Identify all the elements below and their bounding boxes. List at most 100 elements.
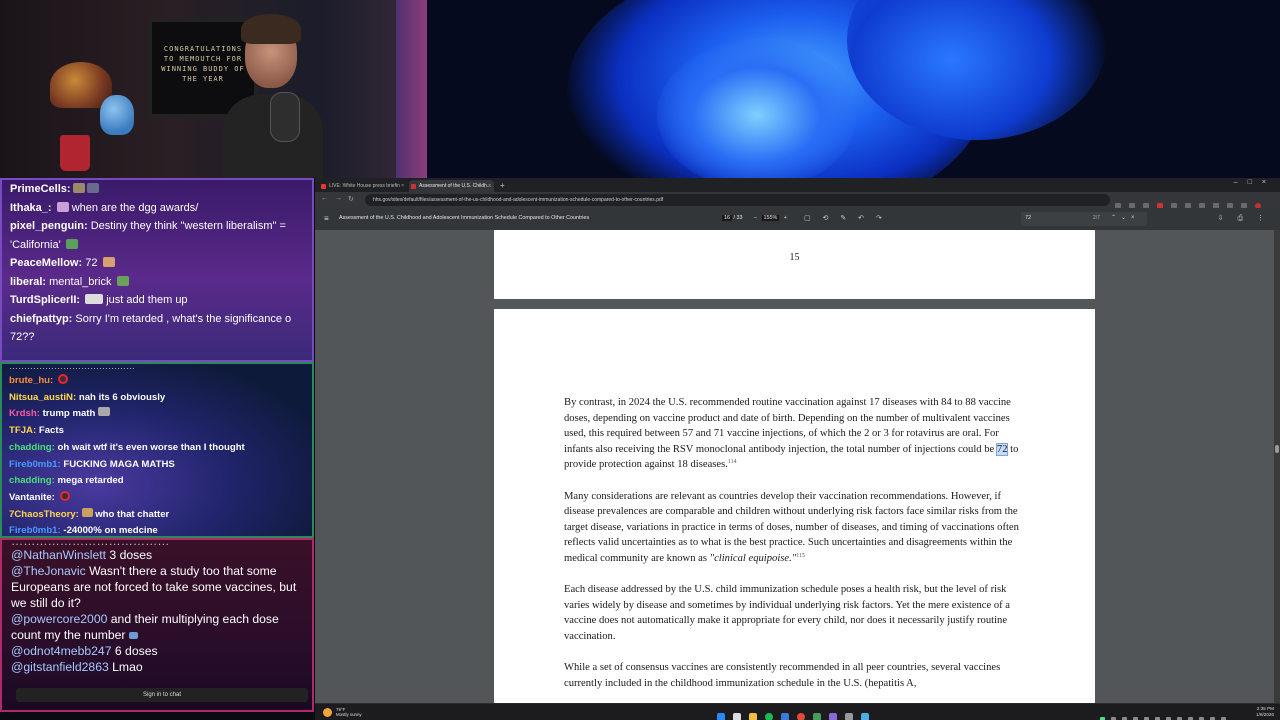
- tab-bar: LIVE: White House press briefin × Assess…: [315, 178, 1280, 192]
- zoom-input[interactable]: 155%: [761, 215, 780, 221]
- chat-message: Ithaka_: when are the dgg awards/: [10, 201, 199, 214]
- paragraph: Each disease addressed by the U.S. child…: [564, 584, 1011, 642]
- search-icon: [733, 713, 741, 720]
- app-icon: [813, 713, 821, 720]
- chat-message: @gitstanfield2863 Lmao: [11, 660, 143, 674]
- new-tab-button[interactable]: +: [500, 180, 505, 192]
- app-icon: [829, 713, 837, 720]
- chat-message: TFJA: Facts: [9, 425, 64, 437]
- chat-message: chiefpattyp: Sorry I'm retarded , what's…: [10, 312, 292, 325]
- pdf-icon: [411, 184, 416, 189]
- spotify-icon: [765, 713, 773, 720]
- pdf-actions[interactable]: ⇩ ⎙ ⋮: [1218, 214, 1270, 223]
- close-tab-icon[interactable]: ×: [401, 180, 404, 192]
- chat-message: Fireb0mb1: -24000% on medcine: [9, 525, 158, 537]
- neon-light: [396, 0, 427, 178]
- pdf-body-text: By contrast, in 2024 the U.S. recommende…: [564, 395, 1026, 703]
- find-bar: 72 2/7 ⌃⌄×: [1021, 212, 1147, 226]
- pdf-tools[interactable]: ▢ ⟲ ✎ ↶ ↷: [804, 214, 887, 222]
- plush-toy: [100, 95, 134, 135]
- chat-message: Nitsua_austiN: nah its 6 obviously: [9, 391, 166, 403]
- emote-icon: [128, 632, 138, 639]
- youtube-icon: [321, 184, 326, 189]
- emote-icon: [72, 183, 85, 193]
- url-input[interactable]: hhs.gov/sites/default/files/assessment-o…: [365, 194, 1110, 206]
- folder-icon: [749, 713, 757, 720]
- chat-message: 72??: [10, 331, 35, 343]
- address-bar: ← → ↻ hhs.gov/sites/default/files/assess…: [315, 192, 1280, 227]
- edge-icon: [781, 713, 789, 720]
- weather-widget[interactable]: 79°F Mostly sunny: [323, 706, 373, 719]
- menu-icon[interactable]: ≡: [324, 214, 329, 223]
- tab-pdf[interactable]: Assessment of the U.S. Childh... ×: [409, 180, 494, 192]
- pdf-toolbar: ≡ Assessment of the U.S. Childhood and A…: [315, 208, 1280, 230]
- page-indicator: 16 / 33: [722, 215, 743, 221]
- taskbar-apps[interactable]: [717, 708, 877, 720]
- system-tray[interactable]: [1100, 709, 1232, 720]
- find-nav[interactable]: ⌃⌄×: [1111, 214, 1140, 221]
- emote-icon: [81, 507, 93, 517]
- chat-message: 7ChaosTheory: who that chatter: [9, 507, 170, 520]
- chat-message: chadding: mega retarded: [9, 475, 124, 487]
- chat-message: liberal: mental_brick: [2, 273, 312, 292]
- chat-message: chadding: oh wait wtf it's even worse th…: [9, 441, 245, 453]
- chat-message: Fireb0mb1: FUCKING MAGA MATHS: [9, 458, 175, 470]
- app-icon: [845, 713, 853, 720]
- chat-overlay-top: PrimeCells: Ithaka_: when are the dgg aw…: [0, 178, 314, 362]
- find-input[interactable]: 72: [1025, 215, 1031, 221]
- streamer: [215, 10, 325, 178]
- chat-message: TurdSplicerII: just add them up: [10, 294, 188, 306]
- chat-overlay-bottom: ………………………………… @NathanWinslett 3 doses @T…: [0, 538, 314, 712]
- forward-icon[interactable]: →: [335, 195, 342, 202]
- microphone: [270, 92, 300, 142]
- desktop-wallpaper: [427, 0, 1280, 178]
- back-icon[interactable]: ←: [321, 195, 328, 202]
- emote-icon: [98, 407, 111, 417]
- emote-icon: [57, 374, 68, 384]
- zoom-out-icon[interactable]: –: [754, 215, 757, 221]
- tab-live-briefing[interactable]: LIVE: White House press briefin ×: [319, 180, 407, 192]
- cup-decor: [60, 135, 90, 171]
- close-tab-icon[interactable]: ×: [488, 180, 491, 192]
- reload-icon[interactable]: ↻: [348, 195, 354, 203]
- find-count: 2/7: [1093, 215, 1100, 221]
- chat-message: @odnot4mebb247 6 doses: [11, 644, 158, 658]
- emote-icon: [85, 294, 104, 304]
- extension-icons[interactable]: [1115, 196, 1275, 227]
- start-icon: [717, 713, 725, 720]
- chat-message: Vantanite:: [2, 490, 312, 507]
- search-highlight: 72: [995, 442, 1009, 456]
- page-input[interactable]: 16: [722, 215, 732, 221]
- paragraph: Many considerations are relevant as coun…: [564, 490, 1019, 564]
- chat-message: Krdsh: trump math: [2, 406, 312, 423]
- paragraph: By contrast, in 2024 the U.S. recommende…: [564, 397, 1019, 471]
- scrollbar[interactable]: [1274, 230, 1280, 703]
- webcam-feed: CONGRATULATIONS TO MEMOUTCH FOR WINNING …: [0, 0, 427, 178]
- emote-icon: [56, 201, 69, 212]
- zoom-in-icon[interactable]: +: [784, 215, 787, 221]
- emote-icon: [65, 238, 78, 249]
- app-icon: [861, 713, 869, 720]
- sign-in-button[interactable]: Sign in to chat: [16, 688, 308, 702]
- chat-message: PeaceMellow: 72: [2, 254, 312, 273]
- pdf-viewer[interactable]: 15 By contrast, in 2024 the U.S. recomme…: [315, 230, 1280, 703]
- emote-icon: [86, 183, 99, 193]
- chat-message: brute_hu:: [2, 373, 312, 390]
- chat-message: pixel_penguin: Destiny they think "weste…: [10, 220, 286, 232]
- chat-message: PrimeCells:: [2, 180, 312, 199]
- chat-message: @powercore2000 and their multiplying eac…: [11, 612, 279, 642]
- chat-overlay-middle: …………………………………… brute_hu: Nitsua_austiN: …: [0, 362, 314, 538]
- page-number: 15: [789, 252, 800, 263]
- emote-icon: [59, 490, 70, 501]
- taskbar: 79°F Mostly sunny 2:35 PM 1/8/2026: [315, 703, 1280, 720]
- pdf-page-current: By contrast, in 2024 the U.S. recommende…: [494, 309, 1095, 703]
- browser-window: LIVE: White House press briefin × Assess…: [315, 178, 1280, 703]
- pdf-page-previous: 15: [494, 230, 1095, 299]
- sun-icon: [323, 708, 332, 717]
- chrome-icon: [797, 713, 805, 720]
- clock[interactable]: 2:35 PM 1/8/2026: [1256, 706, 1274, 718]
- pdf-title: Assessment of the U.S. Childhood and Ado…: [339, 215, 590, 221]
- paragraph: While a set of consensus vaccines are co…: [564, 662, 1001, 689]
- window-controls[interactable]: –□×: [1234, 179, 1276, 186]
- emote-icon: [116, 275, 129, 286]
